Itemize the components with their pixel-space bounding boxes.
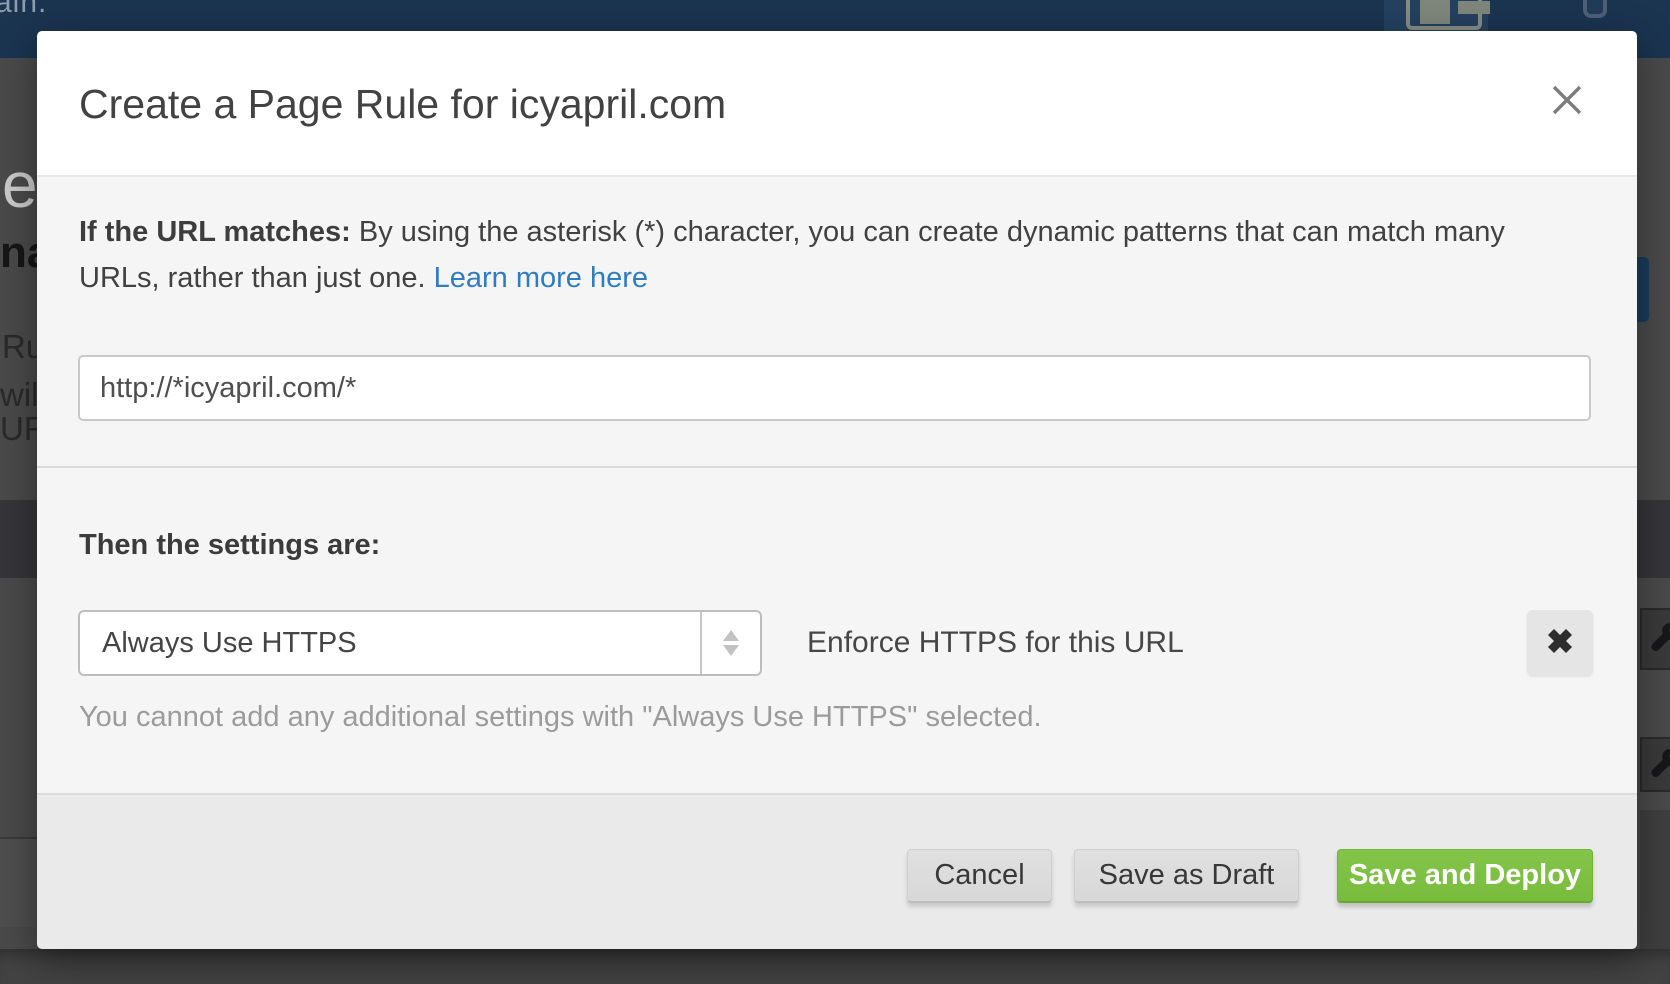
learn-more-link[interactable]: Learn more here [434,262,648,294]
setting-select[interactable]: Always Use HTTPS [78,610,762,676]
remove-setting-button[interactable] [1527,610,1593,675]
layout-grid-icon [1406,0,1482,30]
wrench-icon [1648,622,1670,656]
save-as-draft-button[interactable]: Save as Draft [1074,849,1299,903]
url-pattern-input[interactable] [78,355,1591,421]
background-blue-button-sliver [1637,257,1649,322]
create-page-rule-modal: Create a Page Rule for icyapril.com If t… [37,31,1637,949]
wrench-icon [1648,748,1670,782]
chevron-up-icon [723,630,739,641]
save-and-deploy-button[interactable]: Save and Deploy [1337,849,1593,903]
url-match-label: If the URL matches: [79,216,351,248]
setting-description: Enforce HTTPS for this URL [807,610,1184,676]
background-text-fragment: e [2,148,38,222]
chevron-down-icon [723,645,739,656]
background-left-band [0,837,37,927]
modal-footer: Cancel Save as Draft Save and Deploy [37,793,1637,949]
screen: ain. e nav Ru will UR Create a Page Rule… [0,0,1670,984]
setting-select-value: Always Use HTTPS [102,612,357,674]
url-match-description: If the URL matches: By using the asteris… [79,209,1574,301]
select-stepper [700,612,760,674]
background-dark-block [1640,810,1670,949]
close-icon[interactable] [1547,81,1587,121]
background-bottom-band [0,949,1670,984]
cancel-button[interactable]: Cancel [907,849,1052,903]
settings-heading: Then the settings are: [79,529,380,562]
background-action-row [1640,737,1670,792]
modal-body: If the URL matches: By using the asteris… [37,177,1637,793]
remove-x-icon [1545,626,1575,656]
grid-icon-bar [1458,1,1490,14]
modal-header: Create a Page Rule for icyapril.com [37,31,1637,177]
background-action-row [1640,608,1670,670]
modal-title: Create a Page Rule for icyapril.com [79,31,726,177]
setting-note: You cannot add any additional settings w… [79,701,1042,734]
background-partial-icon [1583,0,1607,18]
section-divider [37,466,1637,468]
background-heading-fragment: ain. [0,0,47,20]
grid-icon-square [1420,0,1450,24]
